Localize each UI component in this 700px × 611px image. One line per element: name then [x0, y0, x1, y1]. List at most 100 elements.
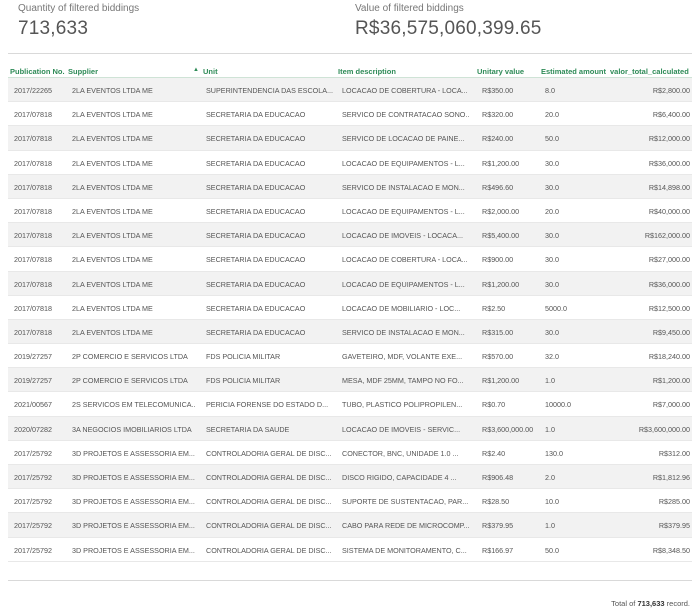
cell-total: R$12,500.00 — [648, 303, 690, 313]
cell-unitary-value: R$315.00 — [482, 327, 514, 337]
cell-unitary-value: R$2.40 — [482, 448, 506, 458]
cell-unit: CONTROLADORIA GERAL DE DISC... — [206, 497, 332, 507]
cell-total: R$36,000.00 — [648, 279, 690, 289]
table-row[interactable]: 2017/07818 2LA EVENTOS LTDA ME SECRETARIA … — [8, 102, 692, 127]
cell-publication: 2017/25792 — [14, 497, 52, 507]
cell-description: CABO PARA REDE DE MICROCOMP... — [342, 521, 470, 531]
table-row[interactable]: 2017/07818 2LA EVENTOS LTDA ME SECRETARIA … — [8, 271, 692, 296]
cell-estimated-amount: 10.0 — [545, 497, 559, 507]
cell-estimated-amount: 30.0 — [545, 255, 559, 265]
cell-unit: FDS POLICIA MILITAR — [206, 376, 281, 386]
kpi-quantity-value: 713,633 — [18, 18, 89, 39]
cell-supplier: 2S SERVICOS EM TELECOMUNICA... — [72, 400, 196, 410]
cell-unit: SECRETARIA DA EDUCACAO — [206, 206, 306, 216]
kpi-value: Value of filtered biddings R$36,575,060,… — [355, 3, 542, 40]
cell-description: TUBO, PLASTICO POLIPROPILEN... — [342, 400, 463, 410]
header-unitary-value[interactable]: Unitary value — [477, 67, 539, 76]
table-row[interactable]: 2017/25792 3D PROJETOS E ASSESSORIA EM...… — [8, 465, 692, 490]
cell-supplier: 3D PROJETOS E ASSESSORIA EM... — [72, 473, 195, 482]
cell-publication: 2017/25792 — [14, 473, 52, 482]
cell-unit: SECRETARIA DA EDUCACAO — [206, 279, 306, 289]
cell-estimated-amount: 10000.0 — [545, 400, 571, 410]
table-row[interactable]: 2017/22265 2LA EVENTOS LTDA ME SUPERINTEND… — [8, 78, 692, 103]
cell-total: R$40,000.00 — [648, 206, 690, 216]
table-row[interactable]: 2017/25792 3D PROJETOS E ASSESSORIA EM...… — [8, 489, 692, 514]
table-row[interactable]: 2020/07282 3A NEGOCIOS IMOBILIARIOS LTDA S… — [8, 416, 692, 441]
cell-total: R$162,000.00 — [644, 231, 690, 241]
cell-description: GAVETEIRO, MDF, VOLANTE EXE... — [342, 352, 463, 362]
table-row[interactable]: 2017/07818 2LA EVENTOS LTDA ME SECRETARIA … — [8, 319, 692, 345]
biddings-table: Publication No. Supplier ▲ Unit Item des… — [8, 64, 692, 562]
cell-unit: SECRETARIA DA EDUCACAO — [206, 231, 306, 241]
header-total[interactable]: valor_total_calculated — [610, 67, 694, 76]
record-count-value: 713,633 — [637, 599, 665, 608]
cell-publication: 2017/07818 — [14, 327, 52, 337]
cell-total: R$6,400.00 — [652, 110, 690, 120]
header-supplier[interactable]: Supplier — [68, 67, 192, 76]
cell-estimated-amount: 30.0 — [545, 231, 559, 241]
cell-publication: 2017/07818 — [14, 279, 52, 289]
cell-unit: SECRETARIA DA EDUCACAO — [206, 110, 306, 120]
cell-publication: 2017/07818 — [14, 206, 52, 216]
cell-unit: CONTROLADORIA GERAL DE DISC... — [206, 473, 332, 482]
table-row[interactable]: 2017/07818 2LA EVENTOS LTDA ME SECRETARIA … — [8, 174, 692, 199]
cell-estimated-amount: 50.0 — [545, 545, 559, 555]
cell-unitary-value: R$240.00 — [482, 134, 514, 144]
cell-supplier: 2LA EVENTOS LTDA ME — [72, 231, 153, 241]
cell-unit: SECRETARIA DA EDUCACAO — [206, 158, 306, 168]
header-description[interactable]: Item description — [338, 67, 466, 76]
cell-description: LOCACAO DE EQUIPAMENTOS - L... — [342, 279, 465, 289]
cell-total: R$1,812.96 — [652, 473, 690, 482]
cell-unitary-value: R$379.95 — [482, 521, 514, 531]
cell-publication: 2017/07818 — [14, 182, 52, 192]
kpi-panel: Quantity of filtered biddings 713,633 Va… — [0, 0, 700, 54]
cell-description: SERVICO DE CONTRATACAO SONO... — [342, 110, 470, 120]
cell-supplier: 2LA EVENTOS LTDA ME — [72, 158, 153, 168]
table-row[interactable]: 2019/27257 2P COMERCIO E SERVICOS LTDA FDS… — [8, 344, 692, 369]
table-row[interactable]: 2017/25792 3D PROJETOS E ASSESSORIA EM...… — [8, 513, 692, 538]
table-row[interactable]: 2017/07818 2LA EVENTOS LTDA ME SECRETARIA … — [8, 199, 692, 224]
table-row[interactable]: 2017/07818 2LA EVENTOS LTDA ME SECRETARIA … — [8, 126, 692, 151]
header-publication[interactable]: Publication No. — [10, 67, 68, 76]
cell-unit: CONTROLADORIA GERAL DE DISC... — [206, 448, 332, 458]
table-row[interactable]: 2019/27257 2P COMERCIO E SERVICOS LTDA FDS… — [8, 368, 692, 393]
cell-description: LOCACAO DE MOBILIARIO - LOC... — [342, 303, 461, 313]
cell-supplier: 2LA EVENTOS LTDA ME — [72, 182, 153, 192]
cell-publication: 2017/07818 — [14, 231, 52, 241]
table-row[interactable]: 2017/07818 2LA EVENTOS LTDA ME SECRETARIA … — [8, 151, 692, 175]
table-row[interactable]: 2017/07818 2LA EVENTOS LTDA ME SECRETARIA … — [8, 223, 692, 248]
sort-asc-icon[interactable]: ▲ — [193, 67, 203, 73]
table-row[interactable]: 2017/07818 2LA EVENTOS LTDA ME SECRETARIA … — [8, 296, 692, 320]
cell-total: R$312.00 — [658, 448, 690, 458]
cell-total: R$18,240.00 — [648, 352, 690, 362]
table-row[interactable]: 2017/07818 2LA EVENTOS LTDA ME SECRETARIA … — [8, 247, 692, 272]
kpi-divider — [8, 53, 692, 54]
table-row[interactable]: 2017/25792 3D PROJETOS E ASSESSORIA EM...… — [8, 441, 692, 465]
cell-description: CONECTOR, BNC, UNIDADE 1.0 ... — [342, 448, 459, 458]
cell-supplier: 2P COMERCIO E SERVICOS LTDA — [72, 352, 188, 362]
cell-unitary-value: R$496.60 — [482, 182, 514, 192]
cell-supplier: 3D PROJETOS E ASSESSORIA EM... — [72, 521, 195, 531]
kpi-quantity: Quantity of filtered biddings 713,633 — [18, 3, 139, 40]
cell-unit: PERICIA FORENSE DO ESTADO D... — [206, 400, 329, 410]
header-unit[interactable]: Unit — [203, 67, 333, 76]
cell-estimated-amount: 32.0 — [545, 352, 559, 362]
cell-publication: 2017/07818 — [14, 134, 52, 144]
header-estimated-amount[interactable]: Estimated amount — [541, 67, 607, 76]
cell-publication: 2017/25792 — [14, 545, 52, 555]
cell-publication: 2020/07282 — [14, 424, 52, 434]
cell-supplier: 2P COMERCIO E SERVICOS LTDA — [72, 376, 188, 386]
cell-unitary-value: R$0.70 — [482, 400, 506, 410]
cell-estimated-amount: 1.0 — [545, 424, 555, 434]
record-count-prefix: Total of — [611, 599, 636, 608]
record-count: Total of 713,633 record. — [611, 599, 690, 608]
cell-unitary-value: R$906.48 — [482, 473, 514, 482]
cell-estimated-amount: 30.0 — [545, 182, 559, 192]
cell-unit: SECRETARIA DA SAUDE — [206, 424, 290, 434]
table-row[interactable]: 2021/00567 2S SERVICOS EM TELECOMUNICA...… — [8, 392, 692, 417]
table-row[interactable]: 2017/25792 3D PROJETOS E ASSESSORIA EM...… — [8, 538, 692, 562]
cell-estimated-amount: 30.0 — [545, 158, 559, 168]
cell-estimated-amount: 30.0 — [545, 279, 559, 289]
cell-publication: 2017/07818 — [14, 303, 52, 313]
cell-supplier: 2LA EVENTOS LTDA ME — [72, 279, 153, 289]
